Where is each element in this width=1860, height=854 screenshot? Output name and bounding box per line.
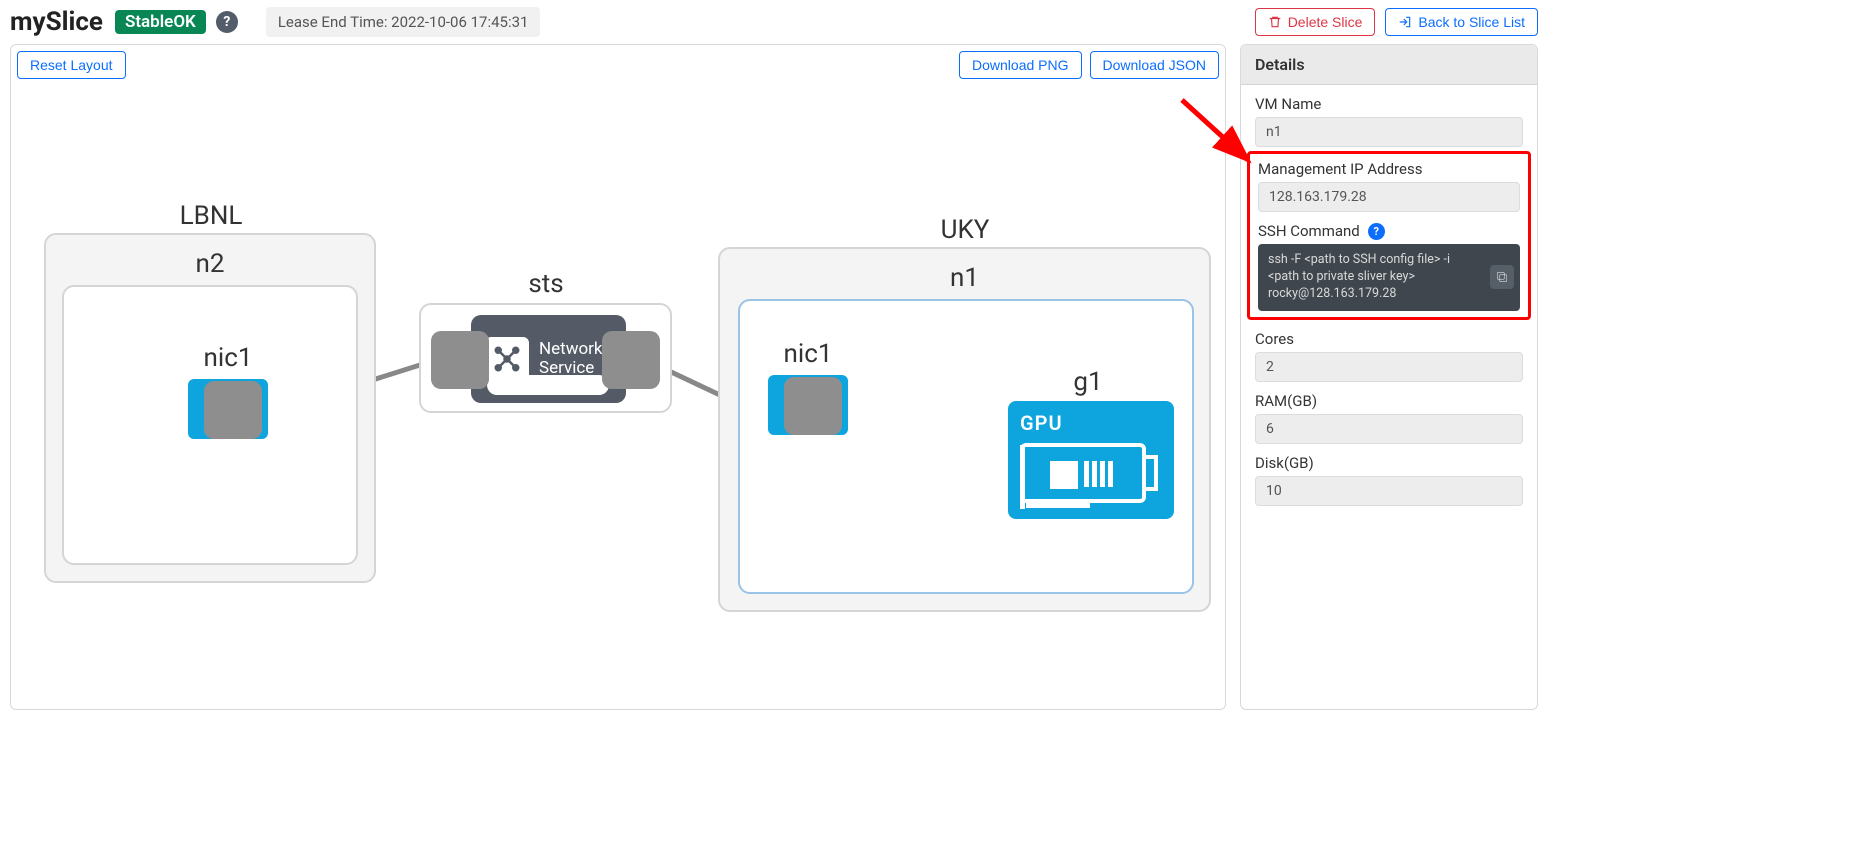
trash-icon (1268, 15, 1282, 29)
delete-slice-label: Delete Slice (1288, 14, 1363, 30)
page-title: mySlice (10, 7, 103, 37)
back-to-slice-list-button[interactable]: Back to Slice List (1385, 8, 1538, 36)
network-service-pill (487, 375, 609, 395)
top-bar: mySlice StableOK ? Lease End Time: 2022-… (0, 0, 1548, 44)
vm-box-n2[interactable]: nic1 (62, 285, 358, 565)
site-label-lbnl: LBNL (180, 201, 243, 231)
sign-in-icon (1398, 15, 1412, 29)
nic-label-lbnl: nic1 (204, 343, 253, 373)
details-header: Details (1241, 45, 1537, 85)
ip-value: 128.163.179.28 (1258, 182, 1520, 212)
details-panel: Details VM Name n1 Management IP Address… (1240, 44, 1538, 710)
topology-area: LBNL n2 nic1 sts (11, 83, 1225, 709)
gpu-icon (1020, 439, 1160, 511)
copy-icon (1495, 270, 1509, 284)
disk-value: 10 (1255, 476, 1523, 506)
ram-label: RAM(GB) (1255, 392, 1523, 410)
ip-label: Management IP Address (1258, 160, 1520, 178)
network-service-text: Network Service (539, 340, 603, 377)
download-png-button[interactable]: Download PNG (959, 51, 1082, 79)
ssh-help-icon[interactable]: ? (1368, 223, 1385, 240)
back-to-slice-list-label: Back to Slice List (1418, 14, 1525, 30)
site-box-lbnl[interactable]: n2 nic1 (44, 233, 376, 583)
nic-port-handle-lbnl[interactable] (204, 381, 262, 439)
vm-name-value: n1 (1255, 117, 1523, 147)
cores-label: Cores (1255, 330, 1523, 348)
nic-label-uky: nic1 (784, 339, 833, 369)
nic-port-handle-uky[interactable] (784, 377, 842, 435)
annotation-highlight: Management IP Address 128.163.179.28 SSH… (1247, 151, 1531, 320)
vm-box-n1[interactable]: nic1 g1 GPU (738, 299, 1194, 594)
ssh-command-value: ssh -F <path to SSH config file> -i <pat… (1268, 252, 1450, 301)
site-label-uky: UKY (941, 215, 990, 245)
reset-layout-button[interactable]: Reset Layout (17, 51, 126, 79)
ram-value: 6 (1255, 414, 1523, 444)
vm-label-n2: n2 (196, 249, 225, 279)
help-icon[interactable]: ? (216, 11, 238, 33)
download-json-button[interactable]: Download JSON (1090, 51, 1220, 79)
ssh-command-box: ssh -F <path to SSH config file> -i <pat… (1258, 244, 1520, 311)
vm-label-n1: n1 (950, 263, 979, 293)
gpu-card[interactable]: GPU (1008, 401, 1174, 519)
network-service-label: sts (528, 269, 563, 299)
delete-slice-button[interactable]: Delete Slice (1255, 8, 1376, 36)
status-badge: StableOK (115, 10, 206, 34)
copy-ssh-button[interactable] (1490, 265, 1514, 289)
network-service-box[interactable]: Network Service (419, 303, 672, 413)
gpu-label: g1 (1073, 367, 1102, 397)
topology-canvas[interactable]: Reset Layout Download PNG Download JSON … (10, 44, 1226, 710)
site-box-uky[interactable]: n1 nic1 g1 GPU (718, 247, 1211, 612)
lease-end-time: Lease End Time: 2022-10-06 17:45:31 (266, 7, 541, 37)
gpu-text: GPU (1020, 411, 1162, 435)
cores-value: 2 (1255, 352, 1523, 382)
ns-port-left[interactable] (431, 331, 489, 389)
vm-name-label: VM Name (1255, 95, 1523, 113)
ns-port-right[interactable] (602, 331, 660, 389)
ssh-label: SSH Command (1258, 222, 1360, 240)
disk-label: Disk(GB) (1255, 454, 1523, 472)
